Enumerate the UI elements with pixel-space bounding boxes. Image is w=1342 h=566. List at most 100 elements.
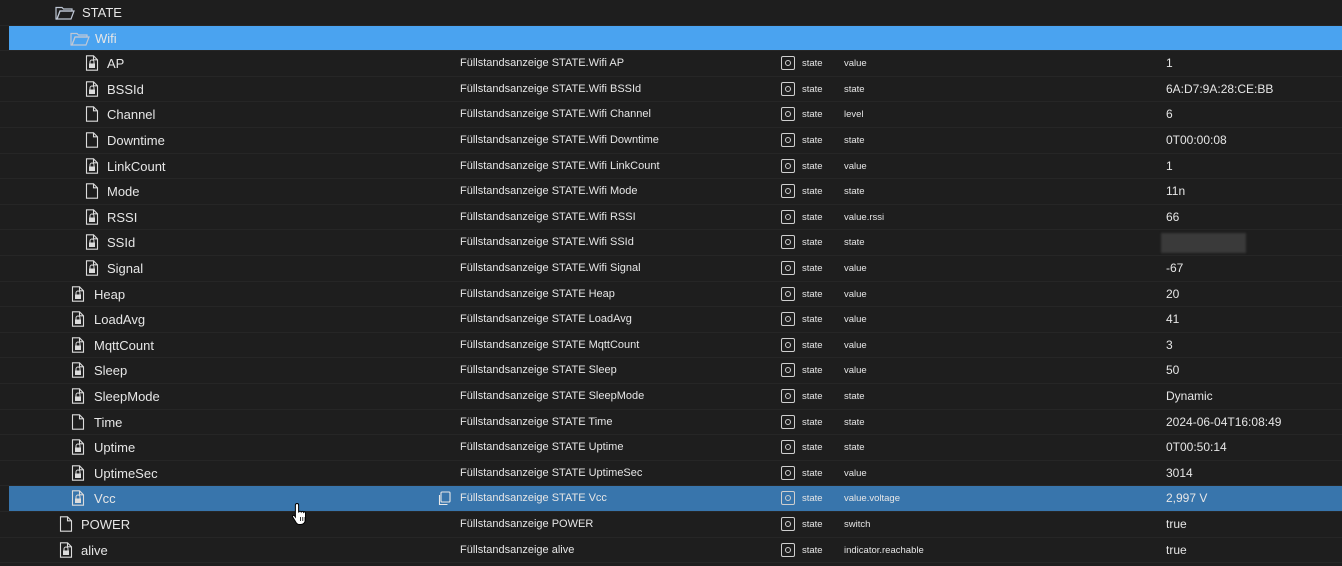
- state-role-icon[interactable]: [781, 286, 795, 301]
- state-role-icon[interactable]: [781, 133, 795, 147]
- row-value[interactable]: Dynamic: [1166, 384, 1213, 409]
- row-value[interactable]: true: [1166, 512, 1187, 537]
- tree-row-uptimesec[interactable]: UptimeSec Füllstandsanzeige STATE UptimeS…: [0, 461, 1342, 487]
- row-role: value: [844, 314, 867, 326]
- tree-row-ap[interactable]: AP Füllstandsanzeige STATE.Wifi AP state va…: [0, 51, 1342, 77]
- state-role-icon[interactable]: [781, 517, 795, 531]
- row-type: state: [802, 416, 823, 428]
- tree-row-wifi[interactable]: Wifi: [0, 25, 1342, 52]
- row-value[interactable]: 2,997 V: [1166, 486, 1207, 511]
- row-value[interactable]: 41: [1166, 307, 1179, 332]
- row-value[interactable]: 0T00:00:08: [1166, 128, 1227, 153]
- row-name: Vcc: [94, 491, 116, 507]
- tree-row-linkcount[interactable]: LinkCount Füllstandsanzeige STATE.Wifi Li…: [0, 154, 1342, 180]
- row-description: Füllstandsanzeige STATE.Wifi Mode: [460, 185, 638, 198]
- row-value[interactable]: 0T00:50:14: [1166, 435, 1227, 460]
- file-lock-icon: [71, 285, 85, 302]
- row-role: value: [844, 467, 867, 479]
- row-role: state: [844, 135, 865, 146]
- row-value[interactable]: 1: [1166, 51, 1173, 76]
- state-role-icon[interactable]: [781, 235, 795, 250]
- tree-row-vcc[interactable]: Vcc Füllstandsanzeige STATE Vcc state value…: [0, 486, 1342, 512]
- state-role-icon[interactable]: [781, 184, 795, 199]
- state-role-icon[interactable]: [781, 414, 795, 429]
- row-name: Downtime: [107, 133, 165, 148]
- row-value[interactable]: 2024-06-04T16:08:49: [1166, 410, 1281, 435]
- file-lock-icon: [85, 157, 99, 174]
- row-value[interactable]: 20: [1166, 282, 1179, 307]
- row-description: Füllstandsanzeige STATE Vcc: [460, 492, 607, 505]
- row-value[interactable]: 3014: [1166, 461, 1193, 486]
- row-type: state: [802, 288, 823, 300]
- tree-row-bssid[interactable]: BSSId Füllstandsanzeige STATE.Wifi BSSId s…: [0, 77, 1342, 103]
- file-lock-icon: [71, 311, 85, 327]
- row-value[interactable]: 6: [1166, 102, 1173, 127]
- file-icon: [85, 132, 99, 148]
- tree-row-downtime[interactable]: Downtime Füllstandsanzeige STATE.Wifi Dow…: [0, 128, 1342, 154]
- row-name: BSSId: [107, 81, 144, 97]
- tree-row-rssi[interactable]: RSSI Füllstandsanzeige STATE.Wifi RSSI sta…: [0, 205, 1342, 231]
- row-value[interactable]: 50: [1166, 358, 1179, 383]
- tree-row-sleep[interactable]: Sleep Füllstandsanzeige STATE Sleep state v…: [0, 358, 1342, 384]
- row-name: Heap: [94, 286, 126, 302]
- state-role-icon[interactable]: [781, 81, 795, 96]
- tree-row-sleepmode[interactable]: SleepMode Füllstandsanzeige STATE SleepMo…: [0, 384, 1342, 410]
- row-type: state: [802, 263, 823, 274]
- state-role-icon[interactable]: [781, 312, 795, 327]
- state-role-icon[interactable]: [781, 261, 795, 275]
- row-value[interactable]: 3: [1166, 333, 1173, 358]
- state-role-icon[interactable]: [781, 158, 795, 173]
- row-role: value.rssi: [844, 211, 885, 223]
- row-role: state: [844, 416, 865, 428]
- row-description: Füllstandsanzeige STATE.Wifi RSSI: [460, 210, 636, 223]
- row-role: value: [844, 160, 867, 172]
- state-role-icon[interactable]: [781, 440, 795, 455]
- state-role-icon[interactable]: [781, 363, 795, 378]
- tree-row-mqttcount[interactable]: MqttCount Füllstandsanzeige STATE MqttCou…: [0, 333, 1342, 359]
- copy-icon[interactable]: [437, 491, 451, 506]
- redacted-value[interactable]: [1161, 233, 1246, 254]
- state-role-icon[interactable]: [781, 107, 795, 122]
- row-description: Füllstandsanzeige STATE MqttCount: [460, 338, 640, 351]
- row-type: state: [802, 83, 823, 95]
- tree-row-state[interactable]: STATE: [0, 0, 1342, 26]
- tree-row-mode[interactable]: Mode Füllstandsanzeige STATE.Wifi Mode sta…: [0, 179, 1342, 205]
- row-description: Füllstandsanzeige STATE Heap: [460, 287, 615, 300]
- row-value[interactable]: 66: [1166, 205, 1179, 230]
- row-value[interactable]: 11n: [1166, 179, 1185, 204]
- row-name: LinkCount: [107, 158, 166, 174]
- tree-row-uptime[interactable]: Uptime Füllstandsanzeige STATE Uptime stat…: [0, 435, 1342, 461]
- state-role-icon[interactable]: [781, 491, 795, 506]
- row-type: state: [802, 391, 823, 402]
- state-role-icon[interactable]: [781, 542, 795, 557]
- state-role-icon[interactable]: [781, 337, 795, 352]
- row-name: Sleep: [94, 363, 128, 379]
- tree-row-alive[interactable]: alive Füllstandsanzeige alive state indicat…: [0, 538, 1342, 564]
- row-description: Füllstandsanzeige STATE.Wifi Signal: [460, 262, 641, 274]
- state-role-icon[interactable]: [781, 465, 795, 480]
- state-role-icon[interactable]: [781, 389, 795, 403]
- row-value[interactable]: 6A:D7:9A:28:CE:BB: [1166, 77, 1273, 102]
- tree-row-signal[interactable]: Signal Füllstandsanzeige STATE.Wifi Signa…: [0, 256, 1342, 282]
- row-type: state: [802, 160, 823, 172]
- tree-row-time[interactable]: Time Füllstandsanzeige STATE Time state sta…: [0, 410, 1342, 436]
- file-lock-icon: [85, 209, 99, 225]
- tree-row-power[interactable]: POWER Füllstandsanzeige POWER state switch t…: [0, 512, 1342, 538]
- row-description: Füllstandsanzeige STATE LoadAvg: [460, 313, 632, 326]
- state-role-icon[interactable]: [781, 209, 795, 224]
- tree-row-loadavg[interactable]: LoadAvg Füllstandsanzeige STATE LoadAvg st…: [0, 307, 1342, 333]
- tree-row-ssid[interactable]: SSId Füllstandsanzeige STATE.Wifi SSId sta…: [0, 230, 1342, 256]
- row-value[interactable]: -67: [1166, 256, 1183, 281]
- tree-row-channel[interactable]: Channel Füllstandsanzeige STATE.Wifi Chan…: [0, 102, 1342, 128]
- state-role-icon[interactable]: [781, 56, 795, 71]
- tree-row-heap[interactable]: Heap Füllstandsanzeige STATE Heap state val…: [0, 282, 1342, 308]
- row-role: state: [844, 237, 865, 249]
- folder-open-icon: [70, 31, 90, 47]
- row-value[interactable]: true: [1166, 538, 1187, 563]
- row-type: state: [802, 314, 823, 326]
- row-type: state: [802, 186, 823, 198]
- row-value[interactable]: 1: [1166, 154, 1173, 179]
- row-name: SleepMode: [94, 389, 160, 404]
- row-name: Wifi: [95, 30, 117, 46]
- row-description: Füllstandsanzeige alive: [460, 543, 575, 556]
